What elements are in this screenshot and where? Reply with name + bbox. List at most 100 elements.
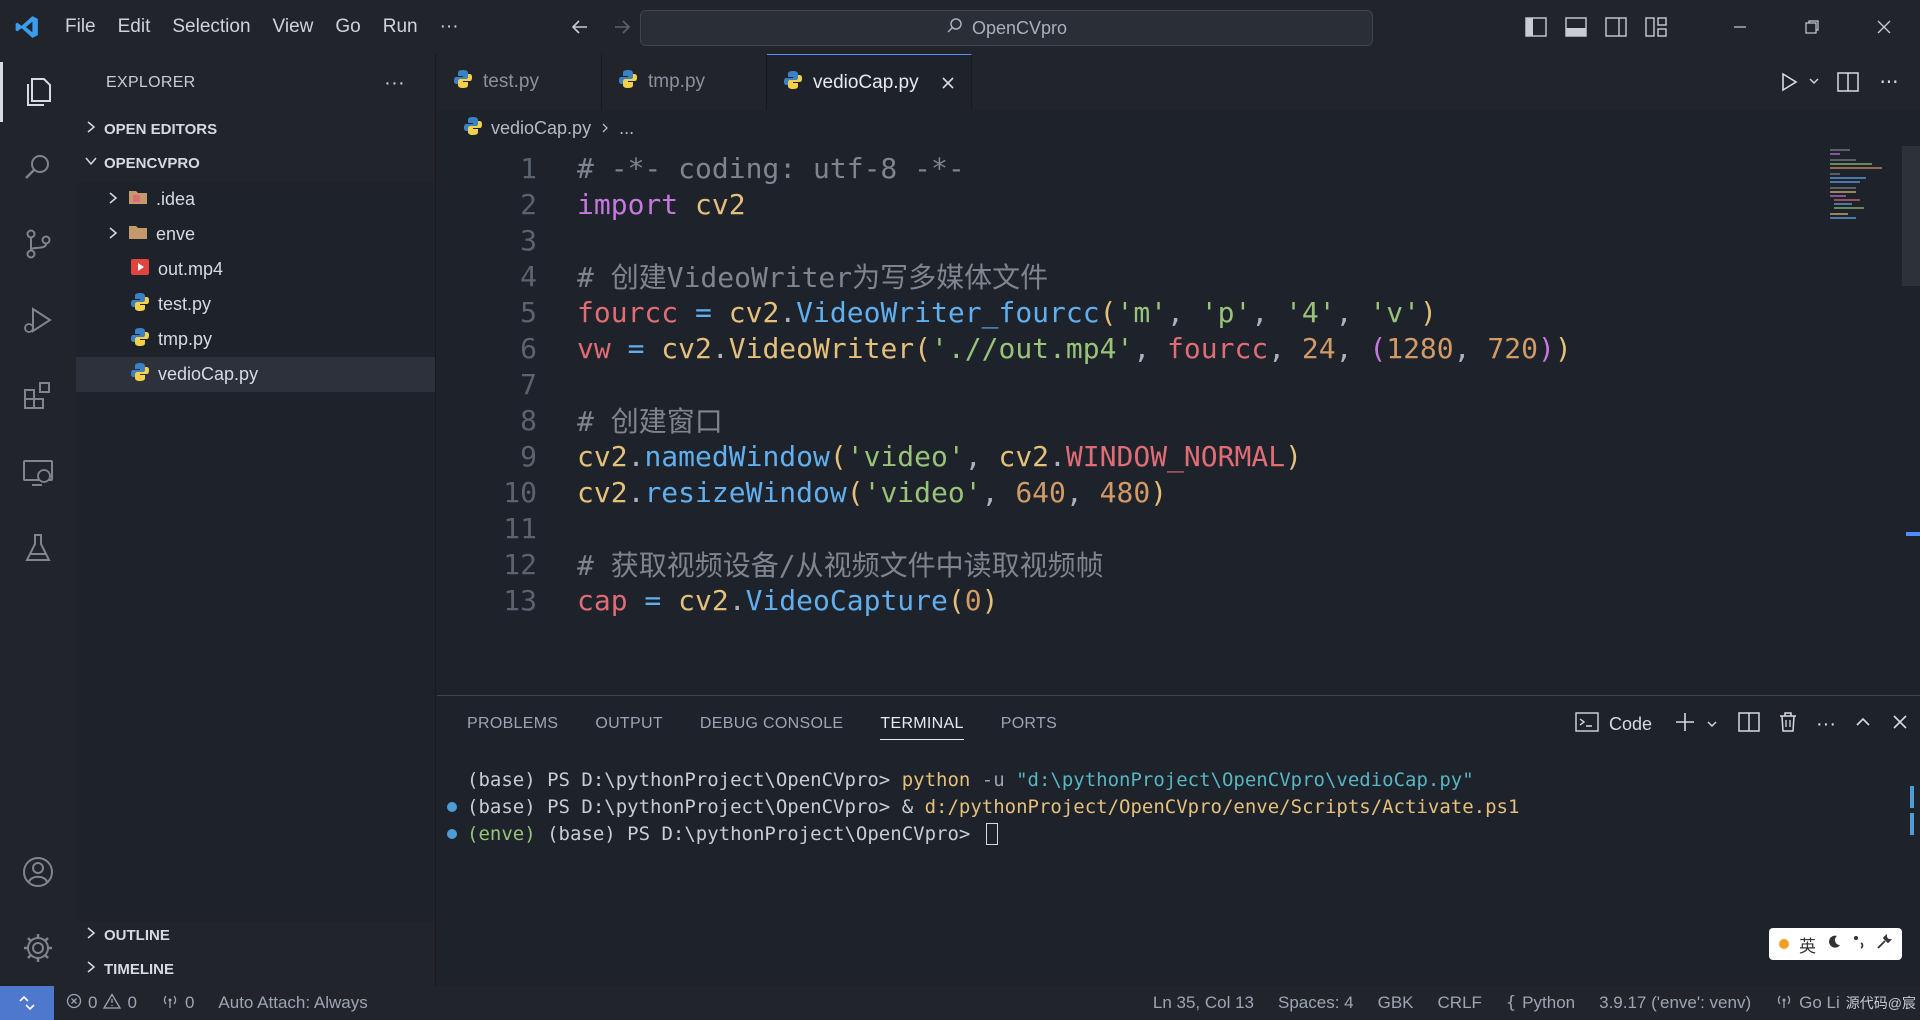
back-arrow-icon[interactable] [562,9,598,45]
command-decoration-icon[interactable] [447,801,457,812]
close-panel-icon[interactable] [1892,714,1908,735]
restore-icon[interactable] [1776,0,1848,54]
menu-file[interactable]: File [54,7,107,47]
testing-icon[interactable] [0,510,76,586]
explorer-more-button[interactable]: ··· [384,72,405,95]
line-number: 8 [520,403,537,437]
go-live-button[interactable]: Go Li 源代码@宸 [1763,986,1920,1020]
forward-arrow-icon[interactable] [604,9,640,45]
remote-indicator-icon[interactable] [0,986,54,1020]
outline-section[interactable]: OUTLINE [76,918,435,952]
accounts-icon[interactable] [0,834,76,910]
source-control-icon[interactable] [0,206,76,282]
line-number: 12 [503,547,537,581]
tab-ports[interactable]: PORTS [1001,696,1057,752]
code-token: ) [1285,439,1302,473]
tree-item-label: enve [156,224,196,244]
encoding[interactable]: GBK [1366,986,1426,1020]
timeline-section[interactable]: TIMELINE [76,952,435,986]
punctuation-icon[interactable] [1852,934,1866,955]
run-debug-icon[interactable] [0,282,76,358]
ime-toolbar[interactable]: 英 [1769,928,1902,960]
ime-language[interactable]: 英 [1799,932,1816,957]
trash-icon[interactable] [1778,711,1798,738]
tab-problems[interactable]: PROBLEMS [467,696,558,752]
tab-test-py[interactable]: test.py [437,54,602,110]
tree-item-tmp-py[interactable]: tmp.py [76,322,435,357]
terminal-dropdown-chevron-icon[interactable] [1706,714,1718,735]
chevron-right-icon [84,960,98,978]
ports-status[interactable]: 0 [149,986,206,1020]
new-terminal-plus-icon[interactable] [1674,711,1696,738]
project-section[interactable]: OPENCVPRO [76,146,435,180]
menu-go[interactable]: Go [324,7,371,47]
editor-more-icon[interactable]: ··· [1872,70,1906,94]
run-file-icon[interactable] [1774,72,1804,92]
remote-explorer-icon[interactable] [0,434,76,510]
code-token: , [1335,331,1370,365]
error-icon [66,993,82,1014]
ports-count: 0 [184,993,195,1012]
code-editor[interactable]: 1 # -*- coding: utf-8 -*- 2 import cv2 3… [437,146,1920,695]
code-token: VideoCapture [745,583,948,617]
tree-item-out-mp4[interactable]: out.mp4 [76,252,435,287]
split-terminal-icon[interactable] [1738,711,1760,737]
breadcrumb-symbol[interactable]: ... [619,118,634,139]
code-text: # 创建VideoWriter为写多媒体文件 [577,256,1048,296]
end-of-line[interactable]: CRLF [1426,986,1494,1020]
explorer-icon[interactable] [0,54,76,130]
tree-item-enve[interactable]: enve [76,217,435,252]
terminal-line: (base) PS D:\pythonProject\OpenCVpro> py… [437,766,1920,793]
menu-view[interactable]: View [262,7,325,47]
split-editor-icon[interactable] [1828,72,1868,92]
menu-run[interactable]: Run [372,7,429,47]
tree-item-idea[interactable]: .idea [76,182,435,217]
explorer-title: EXPLORER [106,74,196,91]
breadcrumb-file[interactable]: vedioCap.py [491,118,591,139]
cursor-position[interactable]: Ln 35, Col 13 [1141,986,1266,1020]
indentation[interactable]: Spaces: 4 [1266,986,1366,1020]
toggle-panel-icon[interactable] [1556,7,1596,47]
toggle-sidebar-icon[interactable] [1516,7,1556,47]
open-editors-section[interactable]: OPEN EDITORS [76,112,435,146]
vscode-logo-icon [0,0,54,54]
terminal-output[interactable]: (base) PS D:\pythonProject\OpenCVpro> py… [437,766,1920,847]
terminal-name[interactable]: Code [1609,714,1652,735]
wrench-icon[interactable] [1876,933,1893,955]
menu-selection[interactable]: Selection [161,7,261,47]
code-token: fourcc [1167,331,1269,365]
editor-scrollbar[interactable] [1902,146,1920,286]
code-token: 'm' [1116,295,1168,329]
tab-debug-console[interactable]: DEBUG CONSOLE [700,696,844,752]
close-window-icon[interactable] [1848,0,1920,54]
menu-edit[interactable]: Edit [107,7,162,47]
close-tab-icon[interactable] [941,70,955,96]
tree-item-vediocap-py[interactable]: vedioCap.py [76,357,435,392]
python-interpreter[interactable]: 3.9.17 ('enve': venv) [1587,986,1763,1020]
minimap[interactable] [1826,146,1896,226]
command-center-search[interactable]: OpenCVpro [640,10,1373,46]
moon-icon[interactable] [1826,934,1842,955]
maximize-panel-chevron-up-icon[interactable] [1854,713,1872,736]
tab-terminal[interactable]: TERMINAL [880,696,965,752]
panel-more-icon[interactable]: ··· [1816,713,1836,736]
bottom-panel: PROBLEMS OUTPUT DEBUG CONSOLE TERMINAL P… [437,695,1920,986]
toggle-secondary-sidebar-icon[interactable] [1596,7,1636,47]
tab-output[interactable]: OUTPUT [595,696,663,752]
settings-gear-icon[interactable] [0,910,76,986]
command-decoration-icon[interactable] [447,828,457,839]
minimize-icon[interactable] [1704,0,1776,54]
language-mode[interactable]: { Python [1494,986,1587,1020]
search-activity-icon[interactable] [0,130,76,206]
line-number: 1 [520,151,537,185]
extensions-icon[interactable] [0,358,76,434]
tab-tmp-py[interactable]: tmp.py [602,54,767,110]
tree-item-test-py[interactable]: test.py [76,287,435,322]
tab-vediocap-py[interactable]: vedioCap.py [767,54,972,110]
auto-attach-status[interactable]: Auto Attach: Always [206,986,379,1020]
code-comment: # 创建窗口 [577,405,723,438]
menu-more[interactable]: ··· [429,7,470,47]
problems-status[interactable]: 0 0 [54,986,149,1020]
customize-layout-icon[interactable] [1636,7,1676,47]
run-dropdown-chevron-icon[interactable] [1808,72,1824,92]
